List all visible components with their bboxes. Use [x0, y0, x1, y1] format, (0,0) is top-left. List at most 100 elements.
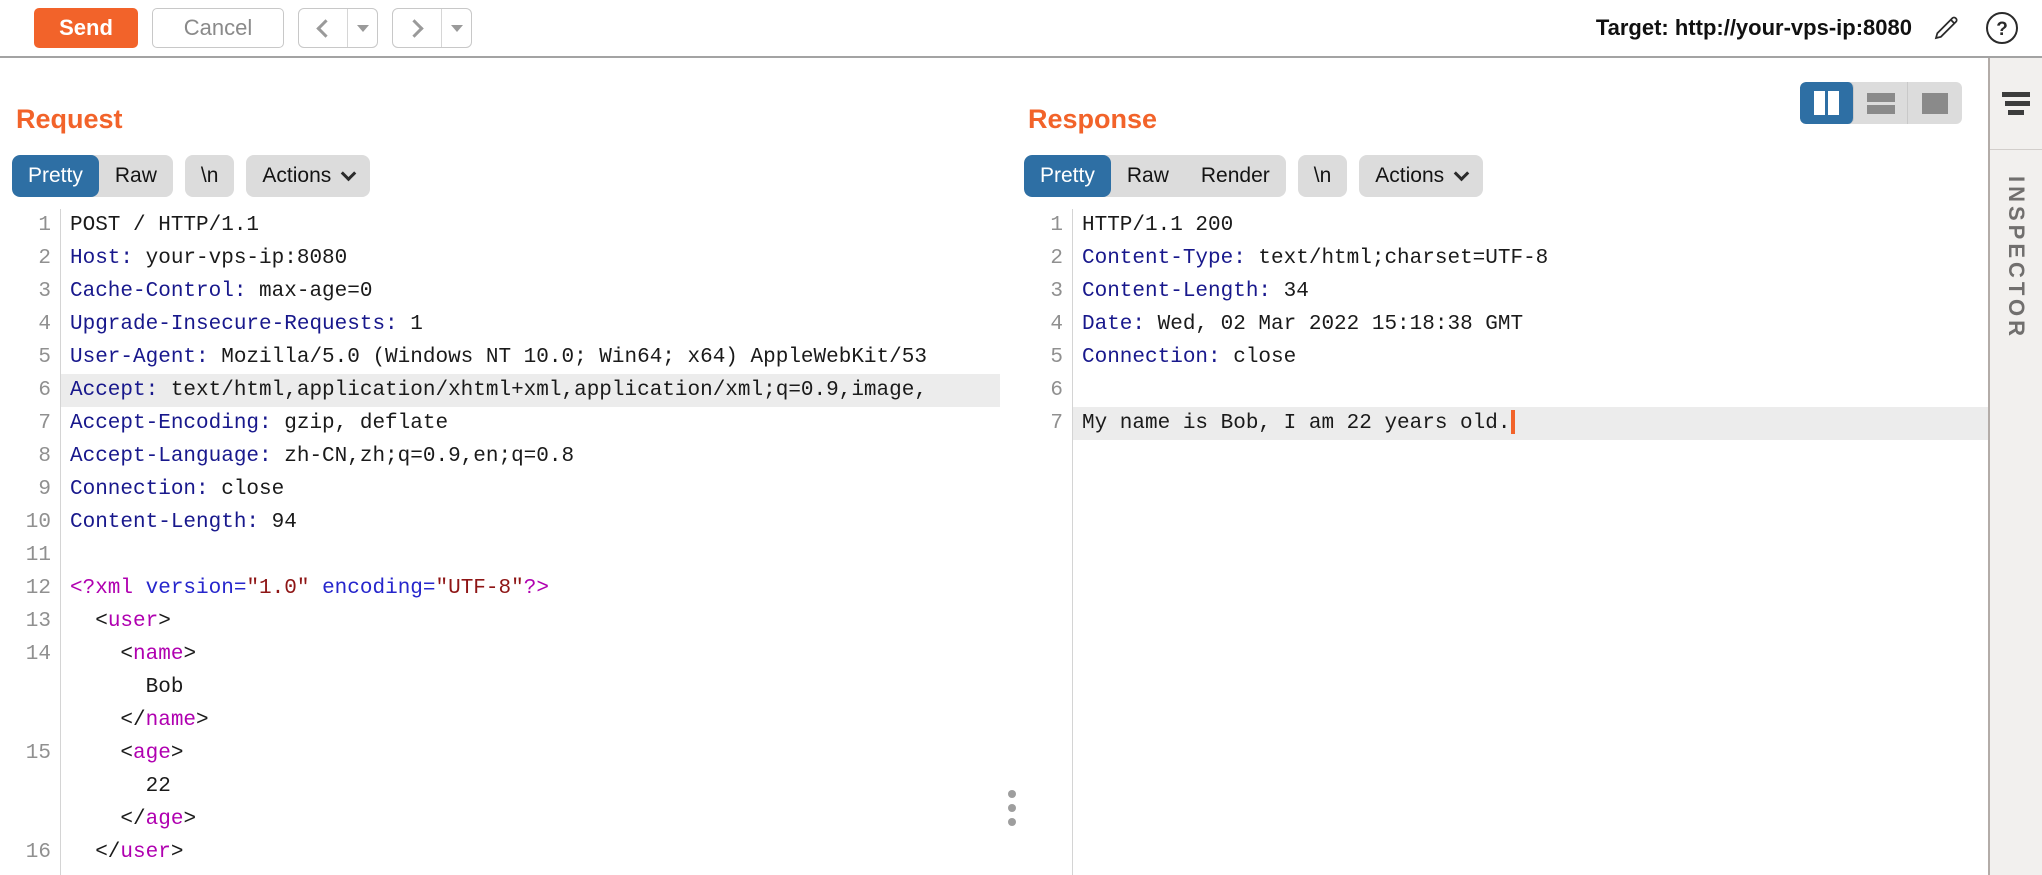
- response-editor[interactable]: 1HTTP/1.1 2002Content-Type: text/html;ch…: [1024, 209, 1988, 875]
- tab-group: \n: [1298, 155, 1348, 197]
- splitter-handle[interactable]: [1008, 790, 1016, 826]
- code-text[interactable]: Connection: close: [1072, 341, 1988, 374]
- text-caret: [1511, 410, 1515, 434]
- code-text[interactable]: <user>: [60, 605, 1000, 638]
- editor-line[interactable]: 4Date: Wed, 02 Mar 2022 15:18:38 GMT: [1024, 308, 1988, 341]
- editor-line[interactable]: 2Host: your-vps-ip:8080: [12, 242, 1000, 275]
- chevron-down-icon: [1454, 166, 1470, 182]
- editor-line[interactable]: 12<?xml version="1.0" encoding="UTF-8"?>: [12, 572, 1000, 605]
- code-text[interactable]: HTTP/1.1 200: [1072, 209, 1988, 242]
- cancel-button[interactable]: Cancel: [152, 8, 284, 48]
- code-text[interactable]: Connection: close: [60, 473, 1000, 506]
- editor-line[interactable]: 11: [12, 539, 1000, 572]
- editor-line[interactable]: 22: [12, 770, 1000, 803]
- tab-raw[interactable]: Raw: [99, 155, 173, 197]
- line-number: [12, 704, 60, 737]
- editor-line[interactable]: 6Accept: text/html,application/xhtml+xml…: [12, 374, 1000, 407]
- layout-buttons: [1800, 82, 1962, 124]
- editor-line[interactable]: 6: [1024, 374, 1988, 407]
- help-button[interactable]: ?: [1980, 10, 2024, 46]
- next-request-dropdown[interactable]: [441, 9, 471, 47]
- chevron-right-icon: [405, 19, 423, 37]
- request-tabs: PrettyRaw \n Actions: [12, 155, 1000, 197]
- code-text[interactable]: Accept: text/html,application/xhtml+xml,…: [60, 374, 1000, 407]
- editor-line[interactable]: 3Content-Length: 34: [1024, 275, 1988, 308]
- code-text[interactable]: [60, 539, 1000, 572]
- single-layout-icon: [1922, 93, 1948, 114]
- code-text[interactable]: POST / HTTP/1.1: [60, 209, 1000, 242]
- tab-pretty[interactable]: Pretty: [1024, 155, 1111, 197]
- request-editor[interactable]: 1POST / HTTP/1.12Host: your-vps-ip:80803…: [12, 209, 1000, 875]
- editor-line[interactable]: 13 <user>: [12, 605, 1000, 638]
- code-text[interactable]: Date: Wed, 02 Mar 2022 15:18:38 GMT: [1072, 308, 1988, 341]
- editor-line[interactable]: 7My name is Bob, I am 22 years old.: [1024, 407, 1988, 440]
- line-number: 12: [12, 572, 60, 605]
- line-number: 4: [1024, 308, 1072, 341]
- single-layout-button[interactable]: [1908, 82, 1962, 124]
- tab-pretty[interactable]: Pretty: [12, 155, 99, 197]
- inspector-toggle-button[interactable]: [1990, 58, 2042, 150]
- rows-layout-button[interactable]: [1854, 82, 1908, 124]
- editor-line[interactable]: 4Upgrade-Insecure-Requests: 1: [12, 308, 1000, 341]
- request-panel-title: Request: [16, 104, 123, 135]
- editor-line[interactable]: 16 </user>: [12, 836, 1000, 869]
- line-number: 14: [12, 638, 60, 671]
- editor-line[interactable]: 1HTTP/1.1 200: [1024, 209, 1988, 242]
- editor-line[interactable]: 14 <name>: [12, 638, 1000, 671]
- editor-line[interactable]: 9Connection: close: [12, 473, 1000, 506]
- tab-actions[interactable]: Actions: [246, 155, 370, 197]
- tab-raw[interactable]: Raw: [1111, 155, 1185, 197]
- line-number: 1: [12, 209, 60, 242]
- editor-line[interactable]: 15 <age>: [12, 737, 1000, 770]
- inspector-label[interactable]: INSPECTOR: [2003, 176, 2029, 340]
- target-label: Target: http://your-vps-ip:8080: [1596, 15, 1912, 41]
- code-text[interactable]: </user>: [60, 836, 1000, 869]
- editor-line[interactable]: 5User-Agent: Mozilla/5.0 (Windows NT 10.…: [12, 341, 1000, 374]
- editor-line[interactable]: 2Content-Type: text/html;charset=UTF-8: [1024, 242, 1988, 275]
- editor-line[interactable]: 8Accept-Language: zh-CN,zh;q=0.9,en;q=0.…: [12, 440, 1000, 473]
- code-text[interactable]: </name>: [60, 704, 1000, 737]
- previous-request-button[interactable]: [299, 9, 347, 47]
- inspector-sidebar: INSPECTOR: [1988, 58, 2042, 875]
- code-text[interactable]: </age>: [60, 803, 1000, 836]
- editor-line[interactable]: 10Content-Length: 94: [12, 506, 1000, 539]
- tab-newline[interactable]: \n: [185, 155, 235, 197]
- code-text[interactable]: Accept-Language: zh-CN,zh;q=0.9,en;q=0.8: [60, 440, 1000, 473]
- code-text[interactable]: Content-Type: text/html;charset=UTF-8: [1072, 242, 1988, 275]
- send-button[interactable]: Send: [34, 8, 138, 48]
- code-text[interactable]: 22: [60, 770, 1000, 803]
- columns-layout-icon: [1814, 91, 1825, 115]
- previous-request-split-button: [298, 8, 378, 48]
- line-number: 3: [1024, 275, 1072, 308]
- code-text[interactable]: <name>: [60, 638, 1000, 671]
- editor-line[interactable]: </age>: [12, 803, 1000, 836]
- line-number: 6: [1024, 374, 1072, 407]
- tab-newline[interactable]: \n: [1298, 155, 1348, 197]
- editor-line[interactable]: 7Accept-Encoding: gzip, deflate: [12, 407, 1000, 440]
- editor-line[interactable]: 3Cache-Control: max-age=0: [12, 275, 1000, 308]
- columns-layout-button[interactable]: [1800, 82, 1854, 124]
- code-text[interactable]: Content-Length: 94: [60, 506, 1000, 539]
- code-text[interactable]: Accept-Encoding: gzip, deflate: [60, 407, 1000, 440]
- editor-line[interactable]: Bob: [12, 671, 1000, 704]
- code-text[interactable]: <?xml version="1.0" encoding="UTF-8"?>: [60, 572, 1000, 605]
- previous-request-dropdown[interactable]: [347, 9, 377, 47]
- edit-target-button[interactable]: [1926, 12, 1966, 44]
- chevron-down-icon: [341, 166, 357, 182]
- code-text[interactable]: <age>: [60, 737, 1000, 770]
- code-text[interactable]: Content-Length: 34: [1072, 275, 1988, 308]
- code-text[interactable]: Host: your-vps-ip:8080: [60, 242, 1000, 275]
- tab-actions[interactable]: Actions: [1359, 155, 1483, 197]
- code-text[interactable]: Cache-Control: max-age=0: [60, 275, 1000, 308]
- editor-line[interactable]: </name>: [12, 704, 1000, 737]
- editor-line[interactable]: 1POST / HTTP/1.1: [12, 209, 1000, 242]
- editor-line[interactable]: 5Connection: close: [1024, 341, 1988, 374]
- line-number: 9: [12, 473, 60, 506]
- tab-render[interactable]: Render: [1185, 155, 1286, 197]
- code-text[interactable]: [1072, 374, 1988, 407]
- next-request-button[interactable]: [393, 9, 441, 47]
- code-text[interactable]: Upgrade-Insecure-Requests: 1: [60, 308, 1000, 341]
- code-text[interactable]: Bob: [60, 671, 1000, 704]
- code-text[interactable]: My name is Bob, I am 22 years old.: [1072, 407, 1988, 440]
- code-text[interactable]: User-Agent: Mozilla/5.0 (Windows NT 10.0…: [60, 341, 1000, 374]
